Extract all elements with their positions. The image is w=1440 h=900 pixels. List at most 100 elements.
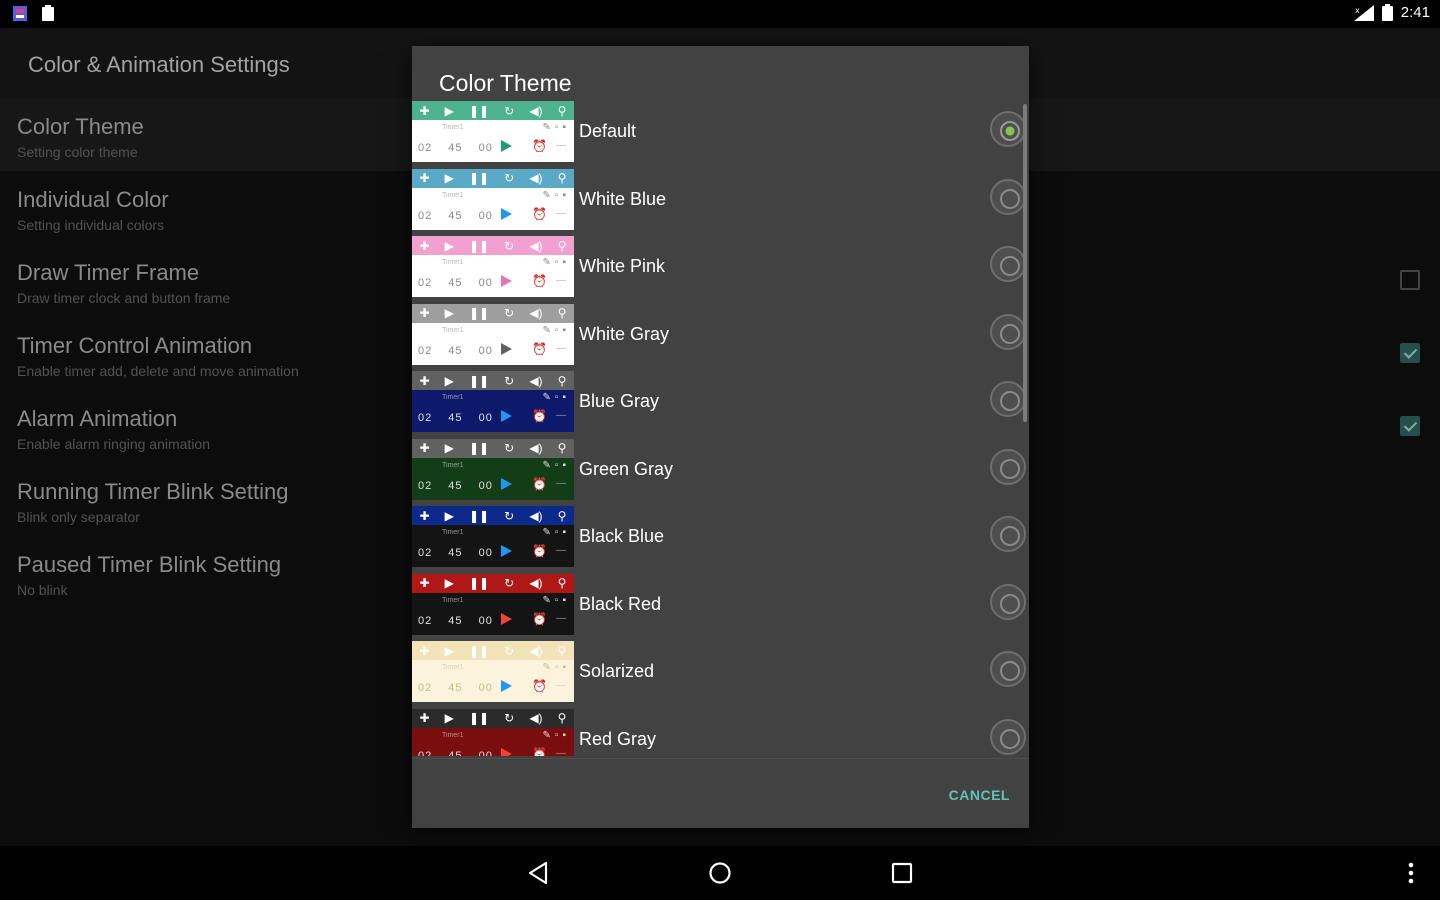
preview-alarm-icon: ⏰: [532, 679, 547, 693]
preview-toolbar-icon: ◀): [529, 373, 543, 388]
overflow-menu-icon[interactable]: [1398, 860, 1424, 886]
theme-preview: ✚ ▶ ❚❚ ↻ ◀) ⚲ Timer1 ✎▫▪ 02 45 00 ⏰ —: [412, 438, 574, 500]
clock-time: 2:41: [1400, 4, 1430, 21]
preview-body: Timer1 ✎▫▪ 02 45 00 ⏰ —: [412, 255, 574, 297]
back-icon[interactable]: [526, 860, 552, 886]
preview-time: 02 45 00: [418, 277, 493, 289]
preview-toolbar-icon: ⚲: [557, 576, 567, 590]
preview-dash-icon: —: [556, 275, 566, 286]
theme-radio-button[interactable]: [990, 381, 1026, 417]
preview-alarm-icon: ⏰: [532, 409, 547, 423]
theme-preview: ✚ ▶ ❚❚ ↻ ◀) ⚲ Timer1 ✎▫▪ 02 45 00 ⏰ —: [412, 371, 574, 432]
theme-preview: ✚ ▶ ❚❚ ↻ ◀) ⚲ Timer1 ✎▫▪ 02 45 00 ⏰ —: [412, 168, 574, 230]
preview-alarm-icon: ⏰: [532, 341, 547, 356]
theme-name: White Pink: [579, 256, 666, 276]
theme-preview: ✚ ▶ ❚❚ ↻ ◀) ⚲ Timer1 ✎▫▪ 02 45 00 ⏰ —: [412, 708, 574, 757]
theme-option[interactable]: ✚ ▶ ❚❚ ↻ ◀) ⚲ Timer1 ✎▫▪ 02 45 00 ⏰ — Default: [412, 101, 1029, 165]
preview-toolbar: ✚ ▶ ❚❚ ↻ ◀) ⚲: [412, 641, 574, 660]
preview-toolbar-icon: ▶: [444, 171, 454, 185]
preview-toolbar-icon: ◀): [529, 576, 543, 590]
preview-toolbar-icon: ✚: [419, 441, 430, 455]
theme-option[interactable]: ✚ ▶ ❚❚ ↻ ◀) ⚲ Timer1 ✎▫▪ 02 45 00 ⏰ — Solarized: [412, 641, 1029, 705]
preview-toolbar-icon: ◀): [529, 306, 543, 320]
dialog-divider: [412, 758, 1029, 759]
theme-option[interactable]: ✚ ▶ ❚❚ ↻ ◀) ⚲ Timer1 ✎▫▪ 02 45 00 ⏰ — Green Gray: [412, 438, 1029, 503]
preview-dash-icon: —: [556, 207, 566, 219]
preview-toolbar-icon: ⚲: [557, 171, 567, 185]
preview-time: 02 45 00: [418, 412, 493, 424]
theme-radio-button[interactable]: [990, 178, 1026, 215]
theme-radio-button[interactable]: [990, 111, 1026, 147]
theme-option[interactable]: ✚ ▶ ❚❚ ↻ ◀) ⚲ Timer1 ✎▫▪ 02 45 00 ⏰ — Black Blue: [412, 506, 1029, 570]
theme-radio-button[interactable]: [990, 516, 1026, 552]
preview-toolbar-icon: ↻: [504, 373, 515, 388]
preview-edit-icons: ✎▫▪: [542, 729, 570, 741]
theme-preview: ✚ ▶ ❚❚ ↻ ◀) ⚲ Timer1 ✎▫▪ 02 45 00 ⏰ —: [412, 573, 574, 635]
preview-toolbar-icon: ❚❚: [468, 238, 490, 253]
preview-edit-icons: ✎▫▪: [542, 189, 570, 201]
preview-toolbar-icon: ⚲: [557, 373, 567, 388]
preview-toolbar-icon: ▶: [444, 441, 454, 455]
preview-toolbar-icon: ❚❚: [468, 171, 490, 185]
preview-edit-icons: ✎▫▪: [542, 662, 570, 673]
preview-body: Timer1 ✎▫▪ 02 45 00 ⏰ —: [412, 727, 574, 757]
theme-name: Black Red: [579, 593, 662, 614]
theme-name: Blue Gray: [579, 391, 660, 411]
preview-dash-icon: —: [556, 342, 566, 354]
preview-body: Timer1 ✎▫▪ 02 45 00 ⏰ —: [412, 187, 574, 230]
theme-radio-button[interactable]: [990, 313, 1026, 350]
cancel-button[interactable]: CANCEL: [930, 782, 1010, 808]
theme-option[interactable]: ✚ ▶ ❚❚ ↻ ◀) ⚲ Timer1 ✎▫▪ 02 45 00 ⏰ — White Gray: [412, 303, 1029, 368]
preview-dash-icon: —: [556, 747, 566, 757]
preview-toolbar-icon: ◀): [529, 441, 543, 455]
app-notification-icon: [13, 6, 27, 21]
dialog-scrollbar[interactable]: [1023, 104, 1027, 422]
theme-option[interactable]: ✚ ▶ ❚❚ ↻ ◀) ⚲ Timer1 ✎▫▪ 02 45 00 ⏰ — White Blue: [412, 168, 1029, 233]
preview-timer-label: Timer1: [442, 124, 464, 131]
theme-radio-button[interactable]: [990, 246, 1026, 282]
preview-edit-icons: ✎▫▪: [542, 594, 570, 606]
preview-edit-icons: ✎▫▪: [542, 527, 570, 538]
battery-icon: [1381, 4, 1393, 21]
preview-alarm-icon: ⏰: [532, 476, 547, 491]
preview-toolbar-icon: ✚: [419, 306, 430, 320]
preview-toolbar-icon: ✚: [419, 643, 430, 658]
preview-play-icon: [501, 207, 512, 220]
theme-option[interactable]: ✚ ▶ ❚❚ ↻ ◀) ⚲ Timer1 ✎▫▪ 02 45 00 ⏰ — White Pink: [412, 236, 1029, 300]
recents-icon[interactable]: [889, 860, 915, 886]
preview-dash-icon: —: [556, 612, 566, 624]
preview-toolbar-icon: ❚❚: [468, 306, 490, 320]
theme-radio-button[interactable]: [990, 448, 1026, 485]
theme-radio-button[interactable]: [990, 583, 1026, 620]
theme-option[interactable]: ✚ ▶ ❚❚ ↻ ◀) ⚲ Timer1 ✎▫▪ 02 45 00 ⏰ — Red Gray: [412, 708, 1029, 757]
preview-toolbar: ✚ ▶ ❚❚ ↻ ◀) ⚲: [412, 438, 574, 458]
theme-option[interactable]: ✚ ▶ ❚❚ ↻ ◀) ⚲ Timer1 ✎▫▪ 02 45 00 ⏰ — Blue Gray: [412, 371, 1029, 435]
preview-toolbar: ✚ ▶ ❚❚ ↻ ◀) ⚲: [412, 168, 574, 188]
signal-icon: x: [1353, 4, 1374, 21]
preview-toolbar-icon: ▶: [444, 576, 454, 590]
theme-option[interactable]: ✚ ▶ ❚❚ ↻ ◀) ⚲ Timer1 ✎▫▪ 02 45 00 ⏰ — Black Red: [412, 573, 1029, 638]
theme-radio-button[interactable]: [990, 718, 1026, 755]
preview-toolbar-icon: ❚❚: [468, 643, 490, 658]
preview-toolbar-icon: ❚❚: [468, 103, 490, 118]
preview-toolbar: ✚ ▶ ❚❚ ↻ ◀) ⚲: [412, 101, 574, 120]
preview-toolbar-icon: ▶: [444, 643, 454, 658]
preview-play-icon: [501, 140, 512, 152]
preview-toolbar-icon: ▶: [444, 306, 454, 320]
preview-toolbar-icon: ↻: [504, 306, 515, 320]
preview-toolbar-icon: ✚: [419, 711, 430, 725]
preview-toolbar-icon: ◀): [529, 711, 543, 725]
preview-toolbar-icon: ❚❚: [468, 576, 490, 590]
color-theme-dialog: Color Theme ✚ ▶ ❚❚ ↻ ◀) ⚲ Timer1 ✎▫▪ 02 45 00 ⏰ — D…: [412, 46, 1029, 828]
home-icon[interactable]: [707, 860, 733, 886]
theme-preview: ✚ ▶ ❚❚ ↻ ◀) ⚲ Timer1 ✎▫▪ 02 45 00 ⏰ —: [412, 101, 574, 162]
preview-dash-icon: —: [556, 545, 566, 556]
preview-alarm-icon: ⏰: [532, 746, 547, 757]
theme-preview: ✚ ▶ ❚❚ ↻ ◀) ⚲ Timer1 ✎▫▪ 02 45 00 ⏰ —: [412, 506, 574, 567]
preview-time: 02 45 00: [418, 479, 493, 492]
theme-radio-button[interactable]: [990, 651, 1026, 687]
theme-list[interactable]: ✚ ▶ ❚❚ ↻ ◀) ⚲ Timer1 ✎▫▪ 02 45 00 ⏰ — Default ✚ ▶ ❚❚ ↻ ◀…: [412, 101, 1029, 756]
preview-toolbar-icon: ✚: [419, 238, 430, 253]
preview-toolbar-icon: ↻: [504, 643, 515, 658]
preview-time: 02 45 00: [418, 614, 493, 627]
